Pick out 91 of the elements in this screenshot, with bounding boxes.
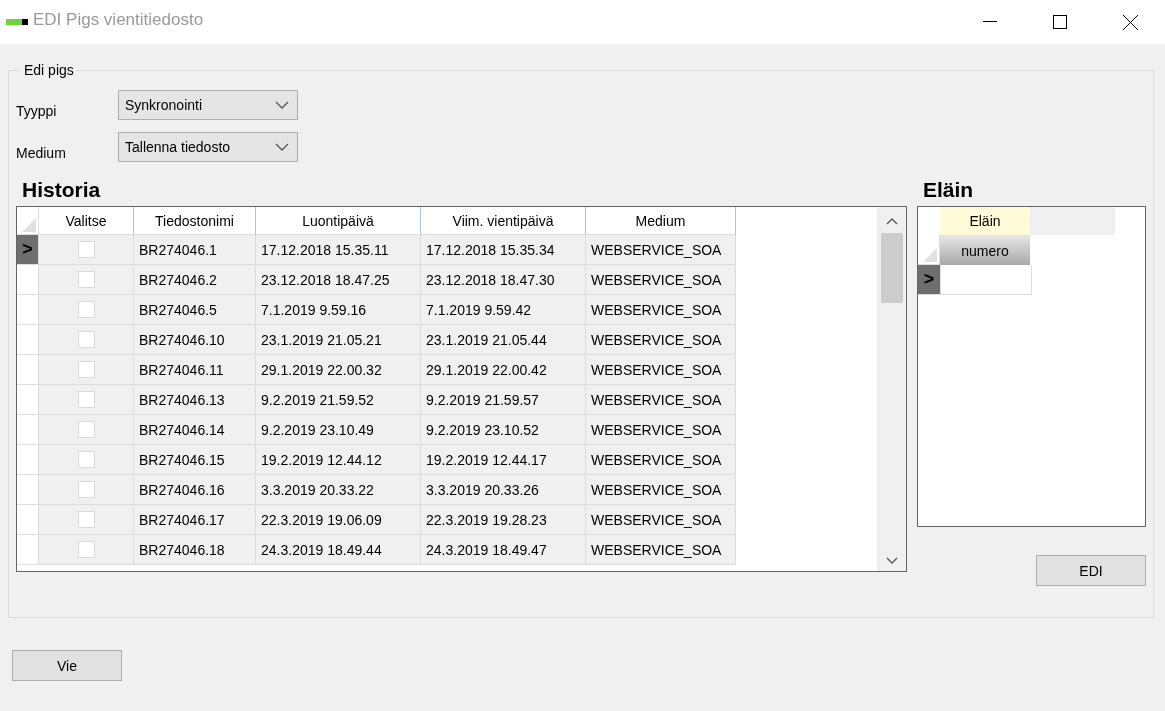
table-cell: WEBSERVICE_SOA xyxy=(586,475,736,505)
chevron-down-icon xyxy=(275,101,289,109)
table-cell: 29.1.2019 22.00.32 xyxy=(256,355,421,385)
table-cell: BR274046.15 xyxy=(134,445,256,475)
row-header[interactable]: > xyxy=(17,235,39,265)
minimize-icon xyxy=(983,21,997,23)
table-cell: WEBSERVICE_SOA xyxy=(586,535,736,565)
row-header[interactable] xyxy=(17,385,39,415)
table-cell: BR274046.11 xyxy=(134,355,256,385)
table-cell: WEBSERVICE_SOA xyxy=(586,355,736,385)
checkbox[interactable] xyxy=(77,391,95,408)
section-heading: Eläin xyxy=(923,178,975,202)
dropdown[interactable]: Synkronointi xyxy=(118,90,298,120)
group-title: Edi pigs xyxy=(23,62,75,78)
table-cell: WEBSERVICE_SOA xyxy=(586,415,736,445)
scroll-up-icon[interactable] xyxy=(885,217,898,225)
table-cell: WEBSERVICE_SOA xyxy=(586,385,736,415)
row-header[interactable] xyxy=(17,505,39,535)
table-cell: WEBSERVICE_SOA xyxy=(586,325,736,355)
checkbox[interactable] xyxy=(77,421,95,438)
scroll-thumb[interactable] xyxy=(880,233,903,303)
row-header[interactable] xyxy=(17,475,39,505)
table-cell: BR274046.5 xyxy=(134,295,256,325)
table-cell: WEBSERVICE_SOA xyxy=(586,235,736,265)
table-cell: BR274046.14 xyxy=(134,415,256,445)
table-cell: 22.3.2019 19.28.23 xyxy=(421,505,586,535)
table-cell: BR274046.1 xyxy=(134,235,256,265)
table-cell: WEBSERVICE_SOA xyxy=(586,505,736,535)
checkbox[interactable] xyxy=(77,331,95,348)
row-header[interactable] xyxy=(17,445,39,475)
table-cell: 3.3.2019 20.33.22 xyxy=(256,475,421,505)
close-icon xyxy=(1122,14,1138,30)
table-cell: 23.1.2019 21.05.44 xyxy=(421,325,586,355)
table-cell: 24.3.2019 18.49.47 xyxy=(421,535,586,565)
field-label: Tyyppi xyxy=(16,103,58,119)
table-cell: BR274046.16 xyxy=(134,475,256,505)
table-cell: WEBSERVICE_SOA xyxy=(586,265,736,295)
corner-triangle-icon xyxy=(923,248,937,262)
table-cell: WEBSERVICE_SOA xyxy=(586,295,736,325)
row-header[interactable] xyxy=(17,535,39,565)
row-header[interactable] xyxy=(17,265,39,295)
table-cell: 7.1.2019 9.59.16 xyxy=(256,295,421,325)
checkbox[interactable] xyxy=(77,511,95,528)
table-cell: 19.2.2019 12.44.12 xyxy=(256,445,421,475)
checkbox[interactable] xyxy=(77,481,95,498)
table-cell: BR274046.18 xyxy=(134,535,256,565)
checkbox[interactable] xyxy=(77,301,95,318)
corner-triangle-icon xyxy=(22,218,36,232)
row-header[interactable] xyxy=(17,295,39,325)
table-cell: BR274046.13 xyxy=(134,385,256,415)
checkbox[interactable] xyxy=(77,271,95,288)
table-cell: WEBSERVICE_SOA xyxy=(586,445,736,475)
table-cell: 23.1.2019 21.05.21 xyxy=(256,325,421,355)
checkbox[interactable] xyxy=(77,541,95,558)
app-icon xyxy=(6,19,28,25)
table-cell: 3.3.2019 20.33.26 xyxy=(421,475,586,505)
column-header[interactable]: numero xyxy=(940,235,1030,265)
dropdown[interactable]: Tallenna tiedosto xyxy=(118,132,298,162)
table-cell: 17.12.2018 15.35.11 xyxy=(256,235,421,265)
table-cell: 19.2.2019 12.44.17 xyxy=(421,445,586,475)
maximize-icon xyxy=(1053,15,1067,29)
table-cell: 9.2.2019 23.10.49 xyxy=(256,415,421,445)
table-cell: 7.1.2019 9.59.42 xyxy=(421,295,586,325)
table-cell: 23.12.2018 18.47.30 xyxy=(421,265,586,295)
checkbox[interactable] xyxy=(77,451,95,468)
chevron-down-icon xyxy=(275,143,289,151)
scroll-down-icon[interactable] xyxy=(885,557,898,565)
table-cell: BR274046.17 xyxy=(134,505,256,535)
row-header[interactable]: > xyxy=(918,265,941,295)
table-cell: 24.3.2019 18.49.44 xyxy=(256,535,421,565)
checkbox[interactable] xyxy=(77,241,95,258)
row-header[interactable] xyxy=(17,415,39,445)
row-header[interactable] xyxy=(17,325,39,355)
row-header[interactable] xyxy=(17,355,39,385)
vertical-scrollbar[interactable] xyxy=(876,207,906,571)
table-cell: 22.3.2019 19.06.09 xyxy=(256,505,421,535)
section-heading: Historia xyxy=(22,178,102,202)
window-title: EDI Pigs vientitiedosto xyxy=(33,10,205,30)
export-button[interactable]: Vie xyxy=(12,650,122,681)
table-cell: BR274046.2 xyxy=(134,265,256,295)
table-cell: 17.12.2018 15.35.34 xyxy=(421,235,586,265)
edi-button[interactable]: EDI xyxy=(1036,555,1146,586)
table-cell: 23.12.2018 18.47.25 xyxy=(256,265,421,295)
table-cell: BR274046.10 xyxy=(134,325,256,355)
checkbox[interactable] xyxy=(77,361,95,378)
column-group-header: Eläin xyxy=(940,207,1030,235)
table-cell: 9.2.2019 21.59.52 xyxy=(256,385,421,415)
table-cell: 9.2.2019 21.59.57 xyxy=(421,385,586,415)
table-cell: 29.1.2019 22.00.42 xyxy=(421,355,586,385)
table-cell: 9.2.2019 23.10.52 xyxy=(421,415,586,445)
field-label: Medium xyxy=(16,145,67,161)
